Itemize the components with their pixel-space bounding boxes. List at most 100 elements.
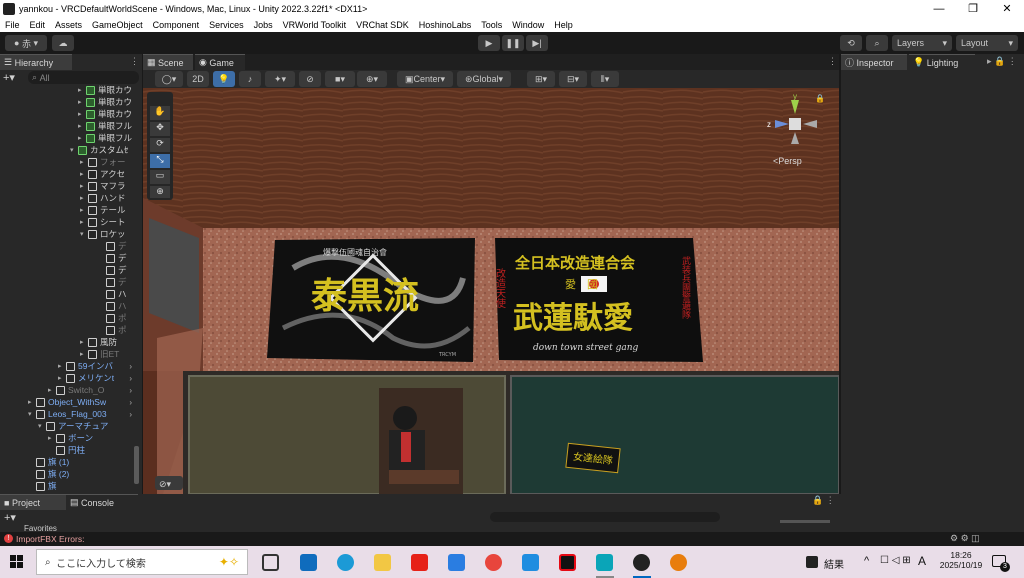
collapsed-arrow-icon[interactable]: ▸ [80,182,88,190]
collapsed-arrow-icon[interactable]: ▸ [80,350,88,358]
audio-toggle[interactable]: ♪ [239,71,261,87]
taskbar-clock[interactable]: 18:26 2025/10/19 [938,550,984,570]
hierarchy-item[interactable]: ▸ 59インバ › [0,360,134,372]
close-button[interactable]: ✕ [990,0,1024,17]
collapsed-arrow-icon[interactable]: ▸ [80,194,88,202]
hierarchy-item[interactable]: ▸ 風防 [0,336,134,348]
hierarchy-item[interactable]: ▸ ボーン [0,432,134,444]
hierarchy-item[interactable]: ▸ マフラ [0,180,134,192]
play-button[interactable]: ▶ [478,35,500,51]
cloud-button[interactable]: ☁ [52,35,74,51]
account-dropdown[interactable]: ● 赤 ▾ [5,35,47,51]
scale-tool-button[interactable]: ⤡ [150,154,170,168]
camera-dropdown[interactable]: ■ ▾ [325,71,355,87]
gizmo-y-neg-cone[interactable] [791,132,799,144]
prefab-open-icon[interactable]: › [129,398,132,407]
hierarchy-item[interactable]: ▸ テール [0,204,134,216]
layout-dropdown[interactable]: Layout ▾ [956,35,1018,51]
hierarchy-item[interactable]: 円柱 [0,444,134,456]
task-view-icon[interactable] [262,554,279,571]
menu-services[interactable]: Services [204,20,249,30]
collapsed-arrow-icon[interactable]: ▸ [78,86,86,94]
add-object-button[interactable]: +▾ [3,71,25,85]
hierarchy-item[interactable]: ▸ Switch_O › [0,384,134,396]
hierarchy-item[interactable]: ▾ カスタムｾ [0,144,134,156]
hierarchy-item[interactable]: ▾ アーマチュア [0,420,134,432]
file-explorer-icon[interactable] [374,554,391,571]
layers-dropdown[interactable]: Layers ▾ [892,35,952,51]
hierarchy-item[interactable]: ▸ アクセ [0,168,134,180]
tab-project[interactable]: ■ Project [0,494,66,510]
menu-vrchat-sdk[interactable]: VRChat SDK [351,20,414,30]
hierarchy-item[interactable]: 旗 (1) [0,456,134,468]
search-button[interactable]: ⌕ [866,35,888,51]
menu-component[interactable]: Component [148,20,205,30]
hierarchy-item[interactable]: ▸ メリケンt › [0,372,134,384]
collapsed-arrow-icon[interactable]: ▸ [58,362,66,370]
hierarchy-item[interactable]: ▾ ロケッ [0,228,134,240]
network-volume-icons[interactable]: ☐ ◁ ⊞ [880,555,911,566]
gizmo-z-cone[interactable] [775,120,789,128]
windows-start-icon[interactable] [10,555,24,569]
hierarchy-item[interactable]: ▸ 単眼カウ [0,96,134,108]
gizmo-x-neg-cone[interactable] [803,120,817,128]
hidden-toggle[interactable]: ⊘ [299,71,321,87]
cc-app-icon[interactable] [596,554,613,571]
draw-mode-dropdown[interactable]: ◯▾ [155,71,183,87]
edge-icon[interactable] [337,554,354,571]
hierarchy-item[interactable]: ポ [0,312,134,324]
expanded-arrow-icon[interactable]: ▾ [38,422,46,430]
space-dropdown[interactable]: ⊛ Global ▾ [457,71,511,87]
history-button[interactable]: ⟲ [840,35,862,51]
collapsed-arrow-icon[interactable]: ▸ [80,170,88,178]
hierarchy-item[interactable]: ▸ フォー [0,156,134,168]
rect-tool-button[interactable]: ▭ [150,170,170,184]
prefab-open-icon[interactable]: › [129,386,132,395]
project-search-input[interactable] [490,512,720,522]
hierarchy-scrollbar[interactable] [134,446,139,484]
menu-window[interactable]: Window [507,20,549,30]
snap-increment-dropdown[interactable]: ⊟ ▾ [559,71,587,87]
collapsed-arrow-icon[interactable]: ▸ [58,374,66,382]
expanded-arrow-icon[interactable]: ▾ [80,230,88,238]
tab-console[interactable]: ▤ Console [66,494,138,510]
hierarchy-item[interactable]: ハ [0,300,134,312]
effects-dropdown[interactable]: ✦ ▾ [265,71,295,87]
error-message[interactable]: ImportFBX Errors: [16,534,84,544]
move-tool-button[interactable]: ✥ [150,122,170,136]
hierarchy-item[interactable]: デ [0,240,134,252]
hierarchy-item[interactable]: ▸ シート [0,216,134,228]
collapsed-arrow-icon[interactable]: ▸ [78,134,86,142]
maximize-button[interactable]: ❐ [956,0,990,17]
menu-edit[interactable]: Edit [25,20,51,30]
menu-file[interactable]: File [0,20,25,30]
hierarchy-item[interactable]: ▸ 単眼カウ [0,84,134,96]
expanded-arrow-icon[interactable]: ▾ [28,410,36,418]
tray-label[interactable]: 結果 [824,556,844,571]
hierarchy-item[interactable]: ▸ ハンド [0,192,134,204]
hierarchy-item[interactable]: ポ [0,324,134,336]
tray-chevron-icon[interactable]: ^ [864,555,869,567]
collapsed-arrow-icon[interactable]: ▸ [28,398,36,406]
chrome-icon[interactable] [485,554,502,571]
gizmo-y-cone[interactable] [791,100,799,114]
menu-vrworld-toolkit[interactable]: VRWorld Toolkit [278,20,352,30]
create-asset-button[interactable]: +▾ [4,511,16,524]
lighting-toggle[interactable]: 💡 [213,71,235,87]
prefab-open-icon[interactable]: › [129,362,132,371]
hierarchy-item[interactable]: ▸ Object_WithSw › [0,396,134,408]
hierarchy-item[interactable]: ハ [0,288,134,300]
collapsed-arrow-icon[interactable]: ▸ [48,434,56,442]
scene-viewport[interactable]: 爆撃伍國魂自治會 泰黒流 TRCYM 全日本改造連合会 愛 國 武蓮駄愛 dow… [143,88,839,494]
hierarchy-item[interactable]: 旗 (2) [0,468,134,480]
collapsed-arrow-icon[interactable]: ▸ [48,386,56,394]
rotate-tool-button[interactable]: ⟳ [150,138,170,152]
collapsed-arrow-icon[interactable]: ▸ [78,98,86,106]
menu-tools[interactable]: Tools [476,20,507,30]
menu-assets[interactable]: Assets [50,20,87,30]
tab-hierarchy[interactable]: ☰ Hierarchy [0,54,72,70]
expanded-arrow-icon[interactable]: ▾ [70,146,78,154]
tab-overflow-icon[interactable]: ▸ 🔒 ⋮ [987,56,1017,67]
lock-icon[interactable]: 🔒 [815,94,825,103]
scene-view-options-dropdown[interactable]: ⦀ ▾ [591,71,619,87]
